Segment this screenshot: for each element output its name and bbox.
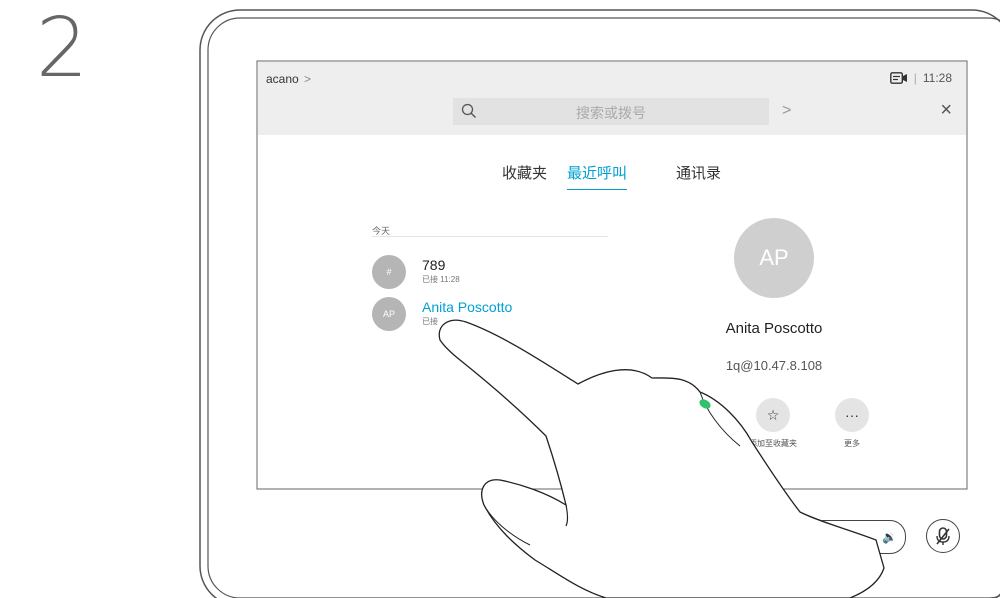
hand-illustration	[438, 319, 885, 598]
